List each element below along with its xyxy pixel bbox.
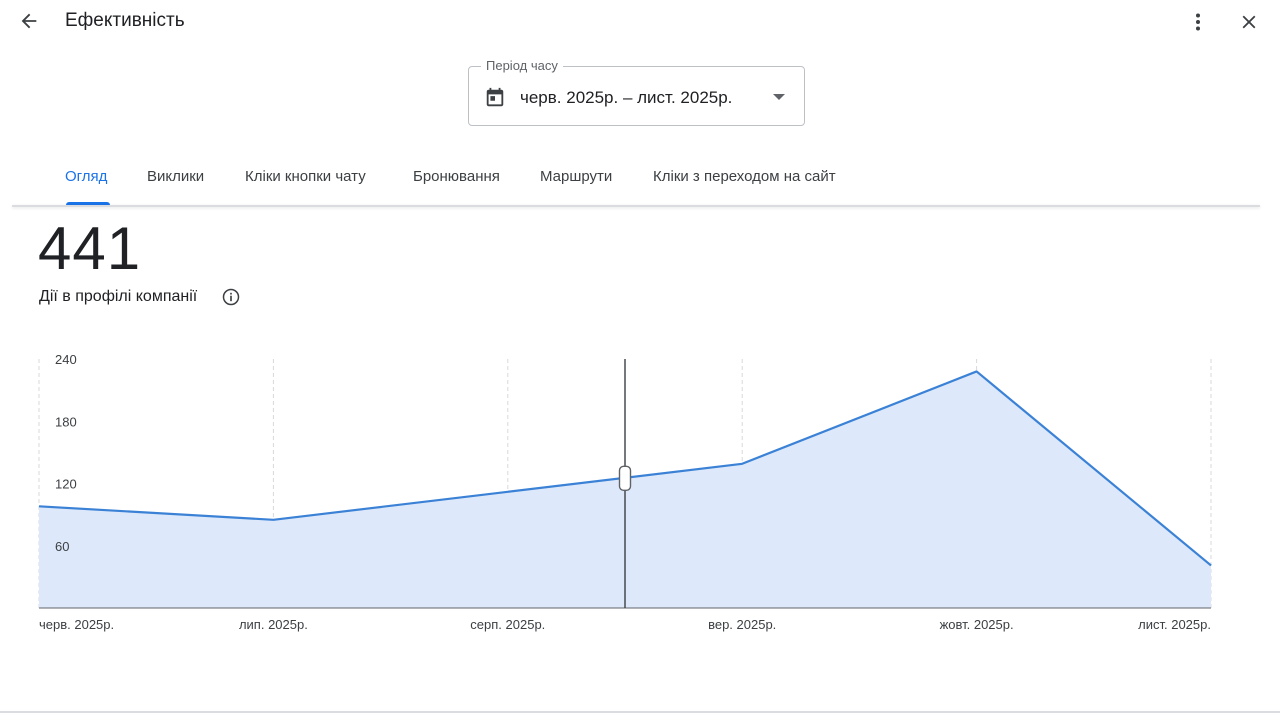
hover-cursor-handle bbox=[618, 465, 632, 492]
calendar-icon bbox=[486, 87, 504, 107]
back-button[interactable] bbox=[14, 6, 44, 36]
time-period-select[interactable]: Період часу черв. 2025р. – лист. 2025р. bbox=[468, 58, 805, 126]
x-tick-label: жовт. 2025р. bbox=[940, 617, 1014, 632]
y-tick-label: 120 bbox=[55, 477, 77, 492]
close-icon bbox=[1242, 15, 1256, 29]
arrow-back-icon bbox=[21, 13, 37, 29]
tab-chat-clicks[interactable]: Кліки кнопки чату bbox=[245, 168, 366, 185]
tab-calls[interactable]: Виклики bbox=[147, 168, 204, 185]
more-vert-icon bbox=[1196, 13, 1200, 31]
performance-chart[interactable]: 60 120 180 240 черв. 2025р. лип. 2025р. серп. … bbox=[0, 330, 1280, 650]
close-button[interactable] bbox=[1234, 7, 1264, 37]
y-tick-label: 240 bbox=[55, 352, 77, 367]
x-tick-label: черв. 2025р. bbox=[39, 617, 114, 632]
y-tick-label: 60 bbox=[55, 539, 69, 554]
x-tick-label: серп. 2025р. bbox=[470, 617, 545, 632]
y-tick-label: 180 bbox=[55, 414, 77, 429]
metric-label: Дії в профілі компанії bbox=[39, 288, 198, 305]
tabs-divider bbox=[12, 205, 1260, 207]
info-icon[interactable] bbox=[221, 287, 241, 307]
chart-svg: 60 120 180 240 черв. 2025р. лип. 2025р. серп. … bbox=[38, 352, 1212, 632]
x-tick-label: лист. 2025р. bbox=[1138, 617, 1211, 632]
time-period-value: черв. 2025р. – лист. 2025р. bbox=[520, 88, 733, 107]
performance-page: Ефективність Період часу черв. 2025р. – … bbox=[0, 0, 1280, 713]
metric-value: 441 bbox=[38, 215, 142, 282]
tab-bar: Огляд Виклики Кліки кнопки чату Бронюван… bbox=[0, 156, 1280, 206]
x-tick-label: вер. 2025р. bbox=[708, 617, 776, 632]
tab-overview[interactable]: Огляд bbox=[65, 168, 107, 185]
tab-directions[interactable]: Маршрути bbox=[540, 168, 612, 185]
time-period-label: Період часу bbox=[481, 58, 563, 73]
dropdown-caret-icon bbox=[773, 94, 785, 100]
tab-bookings[interactable]: Бронювання bbox=[413, 168, 500, 185]
tab-website-clicks[interactable]: Кліки з переходом на сайт bbox=[653, 168, 836, 185]
page-title: Ефективність bbox=[65, 10, 185, 31]
more-options-button[interactable] bbox=[1183, 7, 1213, 37]
x-tick-label: лип. 2025р. bbox=[239, 617, 308, 632]
